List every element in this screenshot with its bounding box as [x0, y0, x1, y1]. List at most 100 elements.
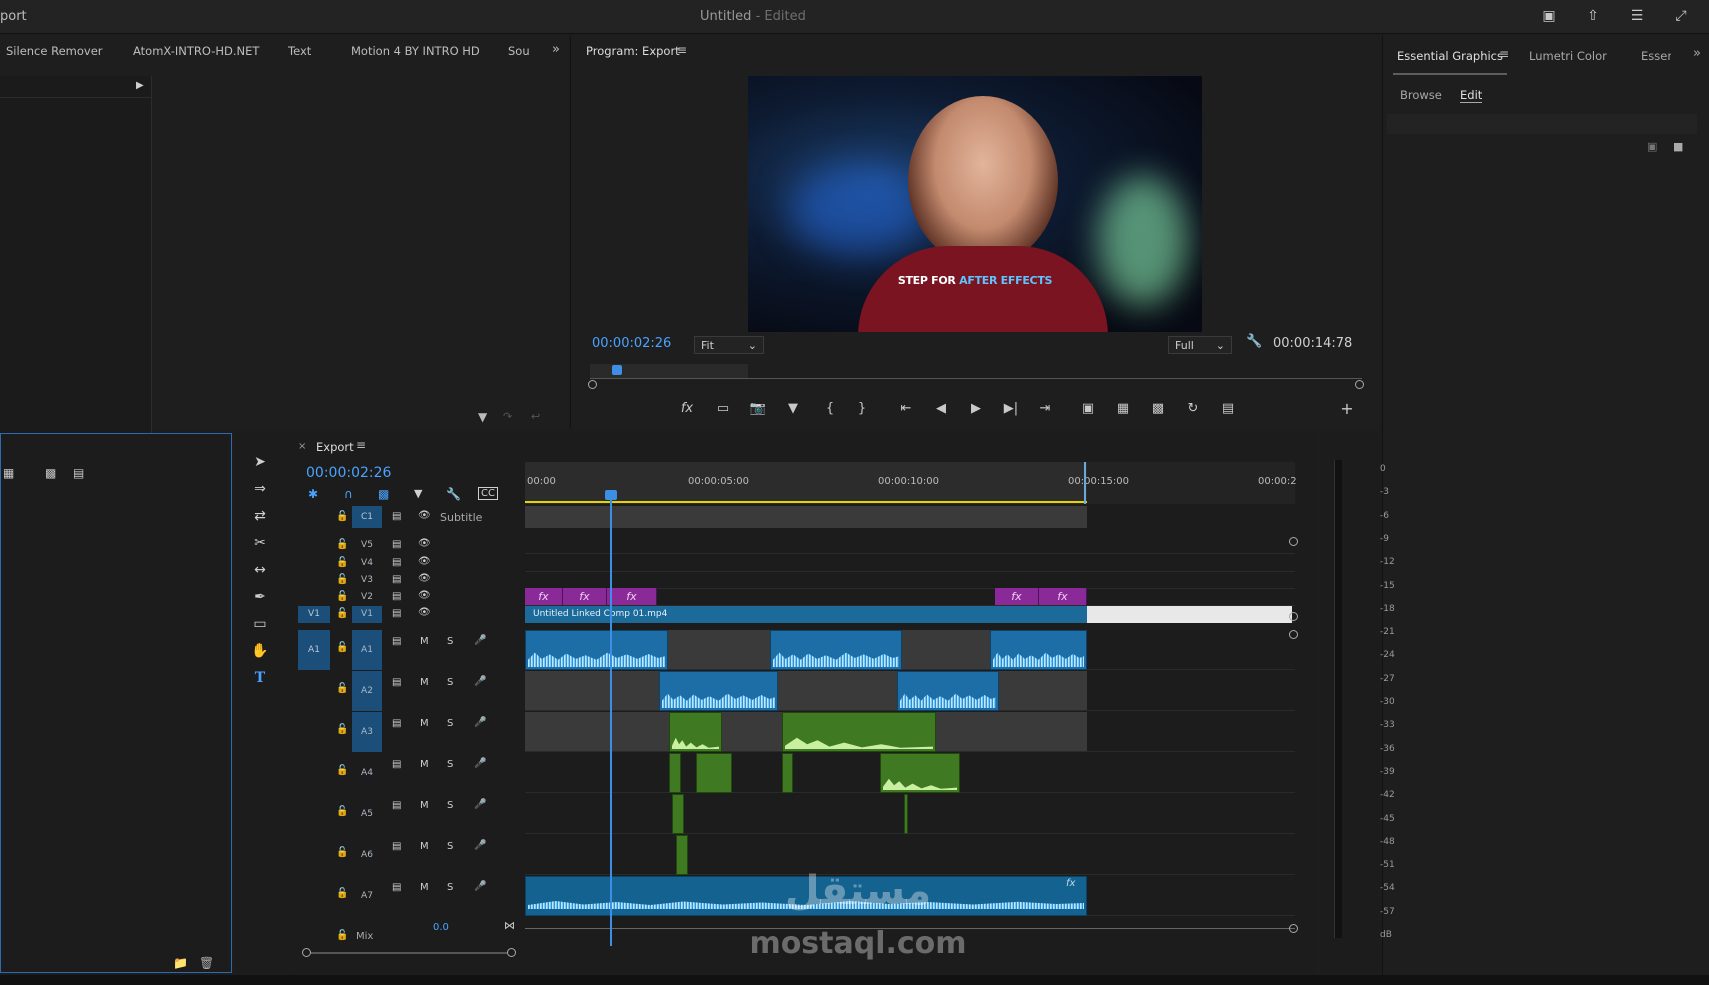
panel-menu-icon[interactable]: ≡	[356, 438, 366, 452]
tab-essential-graphics[interactable]: Essential Graphics	[1393, 49, 1507, 75]
eye-icon[interactable]: 👁	[418, 538, 431, 549]
lock-icon[interactable]: 🔓	[336, 724, 348, 735]
a3-clip[interactable]	[669, 712, 722, 752]
lock-icon[interactable]: 🔓	[336, 539, 348, 550]
menu-lines-icon[interactable]: ☰	[1626, 6, 1648, 26]
safe-margins-icon[interactable]: ▭	[711, 398, 735, 420]
tab-lumetri-color[interactable]: Lumetri Color	[1529, 49, 1607, 63]
a5-clip[interactable]	[904, 794, 908, 834]
track-select-icon[interactable]: ⇒	[248, 478, 272, 500]
video-preview[interactable]: STEP FOR AFTER EFFECTS	[748, 76, 1202, 332]
playhead-handle[interactable]	[605, 490, 617, 500]
panel-menu-icon[interactable]: ≡	[677, 43, 687, 57]
sequence-tab[interactable]: Export	[316, 440, 354, 454]
fit-dropdown[interactable]: Fit ⌄	[694, 336, 764, 354]
button-editor-icon[interactable]: ▤	[1216, 398, 1240, 420]
solo-button[interactable]: S	[447, 800, 453, 811]
lock-icon[interactable]: 🔓	[336, 806, 348, 817]
vscroll-handle-top[interactable]	[1289, 537, 1298, 546]
step-forward-icon[interactable]: ▶|	[999, 398, 1023, 420]
step-back-icon[interactable]: ◀	[929, 398, 953, 420]
rectangle-icon[interactable]: ▭	[248, 613, 272, 635]
comparison-view-icon[interactable]: ▩	[1146, 398, 1170, 420]
a4-clip[interactable]	[782, 753, 793, 793]
track-name-v5[interactable]: V5	[352, 540, 382, 554]
lock-icon[interactable]: 🔓	[336, 765, 348, 776]
video-track-area[interactable]	[525, 537, 1295, 554]
a5-clip[interactable]	[672, 794, 684, 834]
mic-icon[interactable]: 🎤	[474, 881, 486, 892]
toggle-sync-icon[interactable]: ▤	[392, 636, 401, 647]
solo-button[interactable]: S	[447, 636, 453, 647]
lock-icon[interactable]: 🔓	[336, 930, 348, 941]
pen-icon[interactable]: ✒	[248, 586, 272, 608]
vscroll-handle-audio[interactable]	[1289, 630, 1298, 639]
track-name-a3[interactable]: A3	[352, 712, 382, 752]
mix-collapse-icon[interactable]: ⋈	[504, 919, 515, 932]
wrench-icon[interactable]: 🔧	[1246, 334, 1262, 349]
lock-icon[interactable]: 🔓	[336, 642, 348, 653]
play-icon[interactable]: ▶	[964, 398, 988, 420]
track-name-a7[interactable]: A7	[352, 876, 382, 916]
time-ruler[interactable]: 00:00 00:00:05:00 00:00:10:00 00:00:15:0…	[525, 462, 1297, 504]
track-name-v2[interactable]: V2	[352, 592, 382, 606]
hscroll-handle-left[interactable]	[302, 948, 311, 957]
toggle-sync-icon[interactable]: ▤	[392, 591, 401, 602]
trash-icon[interactable]: 🗑	[199, 956, 214, 970]
linked-icon[interactable]: ▩	[378, 487, 389, 501]
a1-clip[interactable]	[525, 630, 668, 670]
v2-clip[interactable]: fx	[525, 588, 563, 605]
lock-icon[interactable]: 🔓	[336, 557, 348, 568]
icon-view-icon[interactable]: ▩	[45, 466, 56, 480]
fx-toggle-icon[interactable]: fx	[675, 398, 699, 420]
solo-button[interactable]: S	[447, 882, 453, 893]
toggle-sync-icon[interactable]: ▤	[392, 557, 401, 568]
mute-button[interactable]: M	[420, 759, 429, 770]
sync-lock-icon[interactable]: ▤	[392, 511, 401, 522]
toggle-sync-icon[interactable]: ▤	[392, 574, 401, 585]
subtab-browse[interactable]: Browse	[1400, 88, 1442, 102]
solo-button[interactable]: S	[447, 718, 453, 729]
go-to-in-icon[interactable]: ⇤	[894, 398, 918, 420]
solo-button[interactable]: S	[447, 677, 453, 688]
eye-icon[interactable]: 👁	[418, 556, 431, 567]
solo-button[interactable]: S	[447, 841, 453, 852]
freeform-view-icon[interactable]: ▤	[73, 466, 84, 480]
lock-icon[interactable]: 🔓	[336, 591, 348, 602]
track-name-a4[interactable]: A4	[352, 753, 382, 793]
toggle-sync-icon[interactable]: ▤	[392, 539, 401, 550]
timeline-playhead[interactable]	[610, 494, 612, 946]
close-tab-icon[interactable]: ×	[298, 441, 306, 452]
subtab-edit[interactable]: Edit	[1460, 88, 1483, 103]
extract-icon[interactable]: ▦	[1111, 398, 1135, 420]
snap-icon[interactable]: ∩	[344, 487, 353, 501]
tab-motion4[interactable]: Motion 4 BY INTRO HD	[351, 44, 480, 58]
share-icon[interactable]: ⇧	[1582, 6, 1604, 26]
hscroll-bar[interactable]	[311, 952, 507, 954]
fullscreen-icon[interactable]: ⤢	[1670, 6, 1692, 26]
lock-icon[interactable]: 🔓	[336, 511, 348, 522]
toggle-sync-icon[interactable]: ▤	[392, 718, 401, 729]
more-tabs-icon[interactable]: »	[552, 42, 560, 57]
track-name-a1[interactable]: A1	[352, 630, 382, 670]
program-timecode[interactable]: 00:00:02:26	[592, 336, 671, 351]
captions-icon[interactable]: CC	[478, 487, 498, 500]
settings-wrench-icon[interactable]: 🔧	[446, 487, 461, 501]
panel-menu-icon[interactable]: ≡	[1499, 47, 1509, 61]
razor-icon[interactable]: ✂	[248, 532, 272, 554]
lock-icon[interactable]: 🔓	[336, 888, 348, 899]
hscroll-handle-right[interactable]	[507, 948, 516, 957]
toggle-sync-icon[interactable]: ▤	[392, 608, 401, 619]
a4-clip[interactable]	[696, 753, 732, 793]
mute-button[interactable]: M	[420, 677, 429, 688]
track-name-a2[interactable]: A2	[352, 671, 382, 711]
source-patch-v1[interactable]: V1	[298, 606, 330, 623]
track-name-a5[interactable]: A5	[352, 794, 382, 834]
track-id-c1[interactable]: C1	[352, 506, 382, 528]
track-name-a6[interactable]: A6	[352, 835, 382, 875]
mute-button[interactable]: M	[420, 841, 429, 852]
eye-icon[interactable]: 👁	[418, 590, 431, 601]
program-monitor-title[interactable]: Program: Export	[586, 44, 680, 58]
go-to-out-icon[interactable]: ⇥	[1033, 398, 1057, 420]
type-tool-icon[interactable]: T	[248, 667, 272, 689]
